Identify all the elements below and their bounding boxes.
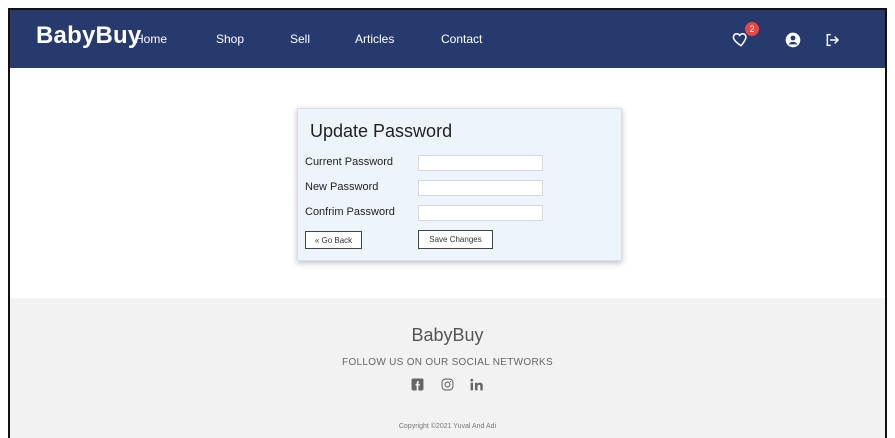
instagram-link[interactable] xyxy=(441,378,454,396)
nav-link-contact[interactable]: Contact xyxy=(441,32,482,46)
logout-button[interactable] xyxy=(824,26,844,52)
linkedin-link[interactable] xyxy=(470,378,484,396)
app-frame: BabyBuy Home Shop Sell Articles Contact … xyxy=(8,8,887,438)
nav-link-shop[interactable]: Shop xyxy=(216,32,244,46)
go-back-button[interactable]: « Go Back xyxy=(305,231,362,249)
current-password-label: Current Password xyxy=(305,156,394,168)
confirm-password-input[interactable] xyxy=(418,205,543,221)
wishlist-button[interactable]: 2 xyxy=(732,22,759,52)
linkedin-icon xyxy=(470,378,483,391)
nav-link-sell[interactable]: Sell xyxy=(290,32,310,46)
update-password-card: Update Password Current Password New Pas… xyxy=(297,108,622,261)
wishlist-count-badge: 2 xyxy=(745,22,759,36)
navbar: BabyBuy Home Shop Sell Articles Contact … xyxy=(10,10,885,68)
copyright-text: Copyright ©2021 Yuval And Adi xyxy=(398,423,497,430)
new-password-input[interactable] xyxy=(418,180,543,196)
footer-brand: BabyBuy xyxy=(411,325,484,345)
nav-link-articles[interactable]: Articles xyxy=(355,32,394,46)
logout-icon xyxy=(826,33,840,47)
card-title: Update Password xyxy=(310,121,453,141)
footer: BabyBuy FOLLOW US ON OUR SOCIAL NETWORKS xyxy=(10,298,885,438)
current-password-input[interactable] xyxy=(418,155,543,171)
profile-button[interactable] xyxy=(785,26,805,52)
brand-logo[interactable]: BabyBuy xyxy=(36,22,141,50)
footer-follow-text: FOLLOW US ON OUR SOCIAL NETWORKS xyxy=(342,357,553,368)
nav-link-home[interactable]: Home xyxy=(135,32,167,46)
user-icon xyxy=(785,32,801,48)
save-changes-button[interactable]: Save Changes xyxy=(418,230,493,249)
facebook-icon xyxy=(411,378,424,391)
instagram-icon xyxy=(441,378,453,391)
new-password-label: New Password xyxy=(305,181,379,193)
confirm-password-label: Confrim Password xyxy=(305,206,395,218)
social-links xyxy=(10,378,885,396)
facebook-link[interactable] xyxy=(411,378,424,396)
